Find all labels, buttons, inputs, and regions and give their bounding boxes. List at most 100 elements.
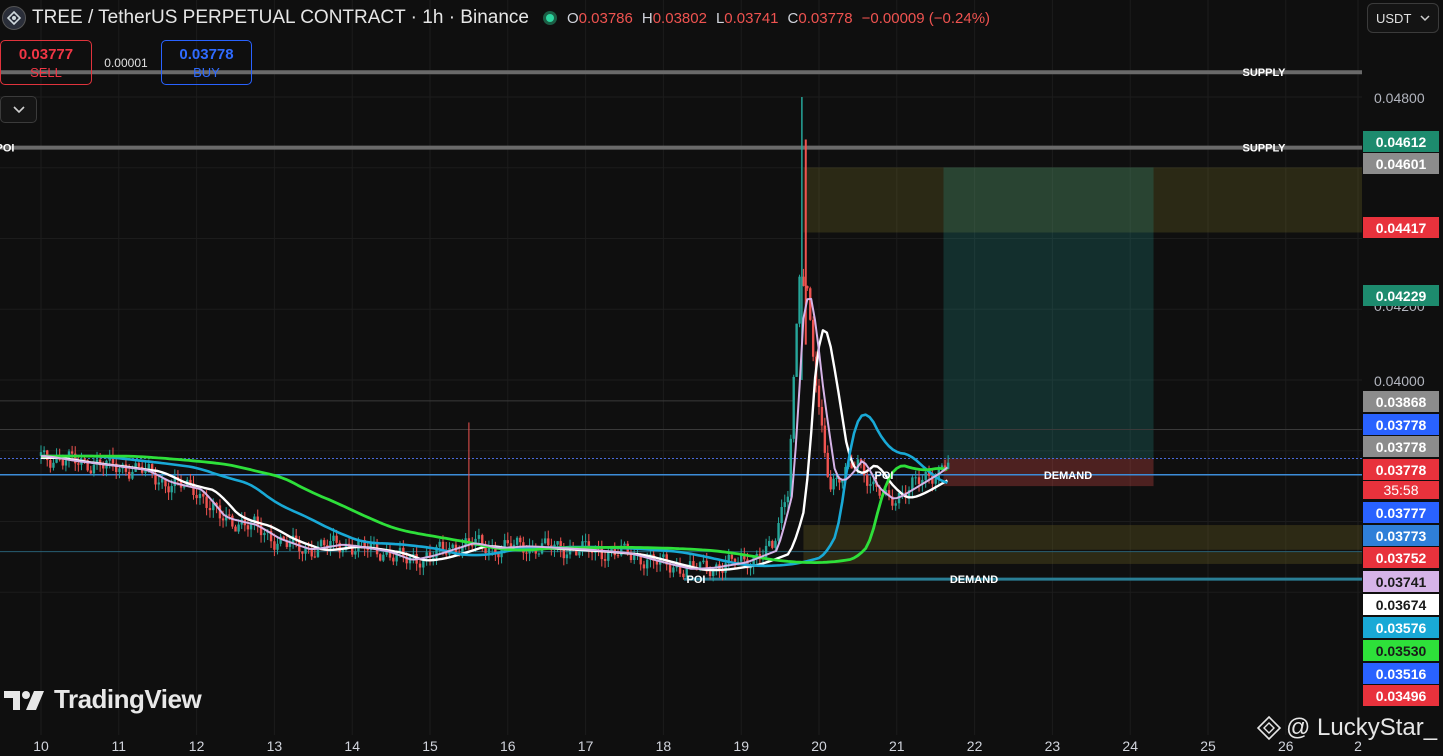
- candle-body: [917, 477, 921, 484]
- candle-body: [584, 541, 587, 543]
- candle-body: [198, 493, 202, 499]
- candle-body: [341, 550, 345, 553]
- buy-label: BUY: [193, 64, 220, 80]
- ohlc-close: C0.03778: [787, 9, 853, 27]
- candle-body: [228, 514, 231, 516]
- candle-body: [519, 537, 522, 543]
- collapse-indicators-button[interactable]: [0, 96, 37, 123]
- price-axis-label: 0.03674: [1363, 594, 1439, 615]
- market-open-icon: [542, 11, 557, 25]
- candle-body: [202, 493, 205, 497]
- candle-body: [774, 540, 777, 548]
- candle-body: [92, 464, 96, 474]
- chart-canvas[interactable]: SUPPLY SUPPLY POI POI DEMAND POI DEMAND 0.04800…: [0, 0, 1443, 756]
- level-annotation: POI: [0, 143, 14, 155]
- candle-body: [441, 541, 445, 550]
- candle-body: [42, 450, 46, 453]
- x-axis-tick: 16: [500, 738, 516, 754]
- candle-body: [319, 540, 323, 547]
- currency-select[interactable]: USDT: [1367, 3, 1439, 33]
- candle-body: [777, 523, 780, 541]
- candle-body: [432, 557, 435, 559]
- y-axis-tick: 0.04000: [1374, 373, 1425, 389]
- x-axis-tick: 13: [267, 738, 283, 754]
- candle-body: [786, 496, 790, 503]
- candle-body: [379, 554, 382, 561]
- candle-body: [515, 537, 519, 545]
- demand-zone: [803, 551, 1362, 564]
- price-axis-label: 0.03576: [1363, 617, 1439, 638]
- candle-body: [556, 541, 559, 545]
- candle-body: [702, 560, 705, 563]
- candle-body: [543, 538, 547, 544]
- candle-body: [127, 471, 131, 479]
- candle-body: [940, 465, 944, 467]
- spread-value: 0.00001: [104, 56, 148, 70]
- level-annotation: DEMAND: [950, 574, 998, 586]
- candle-body: [451, 544, 454, 548]
- price-axis-label: 0.04601: [1363, 153, 1439, 174]
- candle-body: [771, 540, 774, 548]
- candle-body: [322, 540, 326, 546]
- candle-body: [817, 385, 821, 407]
- price-axis-label: 0.03777: [1363, 502, 1439, 523]
- candle-body: [623, 543, 626, 546]
- ohlc-high: H0.03802: [641, 9, 707, 27]
- x-axis-tick: 22: [967, 738, 983, 754]
- candle-body: [263, 532, 266, 536]
- y-axis-tick: 0.04800: [1374, 90, 1425, 106]
- candle-body: [629, 554, 633, 561]
- candle-body: [487, 548, 491, 554]
- tradingview-logo[interactable]: TradingView: [4, 684, 202, 715]
- symbol-title[interactable]: TREE / TetherUS PERPETUAL CONTRACT · 1h …: [32, 7, 529, 29]
- candle-body: [869, 484, 872, 486]
- candle-body: [208, 507, 212, 511]
- candle-body: [672, 567, 675, 573]
- buy-button[interactable]: 0.03778 BUY: [161, 40, 252, 85]
- candle-body: [131, 471, 134, 479]
- x-axis-tick: 25: [1200, 738, 1216, 754]
- price-axis-label: 0.04612: [1363, 131, 1439, 152]
- candle-body: [392, 557, 395, 562]
- candle-body: [304, 548, 307, 554]
- candle-body: [301, 551, 304, 554]
- candle-body: [195, 495, 198, 499]
- chart-area[interactable]: SUPPLY SUPPLY POI POI DEMAND POI DEMAND 0.04800…: [0, 0, 1443, 756]
- price-axis-label: 0.03752: [1363, 547, 1439, 568]
- chevron-down-icon: [12, 105, 25, 113]
- price-change: −0.00009 (−0.24%): [861, 9, 991, 27]
- buy-price: 0.03778: [179, 45, 234, 63]
- level-annotation: SUPPLY: [1242, 143, 1286, 155]
- x-axis-tick: 17: [578, 738, 594, 754]
- candle-body: [578, 551, 581, 556]
- price-axis-label: 0.03778: [1363, 414, 1439, 435]
- price-axis-label: 0.03516: [1363, 663, 1439, 684]
- level-annotation: POI: [875, 470, 894, 482]
- candle-body: [157, 482, 161, 485]
- author-watermark: @ LuckyStar_: [1256, 714, 1437, 742]
- candle-body: [662, 554, 665, 558]
- sell-price: 0.03777: [18, 45, 74, 63]
- candle-body: [167, 486, 170, 493]
- x-axis-tick: 15: [422, 738, 438, 754]
- ohlc-open: O0.03786: [566, 9, 633, 27]
- candle-body: [668, 564, 672, 573]
- candle-body: [61, 459, 64, 466]
- candle-body: [49, 460, 52, 468]
- candle-body: [780, 507, 783, 524]
- candle-body: [234, 526, 237, 532]
- candle-body: [792, 376, 795, 439]
- candle-body: [872, 481, 875, 485]
- candle-body: [537, 553, 541, 555]
- x-axis-tick: 23: [1045, 738, 1061, 754]
- candle-body: [382, 554, 385, 561]
- candle-body: [83, 458, 86, 461]
- tradingview-logo-icon: [4, 690, 44, 710]
- candle-body: [603, 559, 607, 561]
- candle-body: [914, 477, 917, 479]
- candle-body: [616, 555, 620, 557]
- sell-button[interactable]: 0.03777 SELL: [0, 40, 92, 85]
- candle-body: [809, 288, 812, 320]
- sell-label: SELL: [30, 64, 62, 80]
- candle-body: [642, 564, 646, 569]
